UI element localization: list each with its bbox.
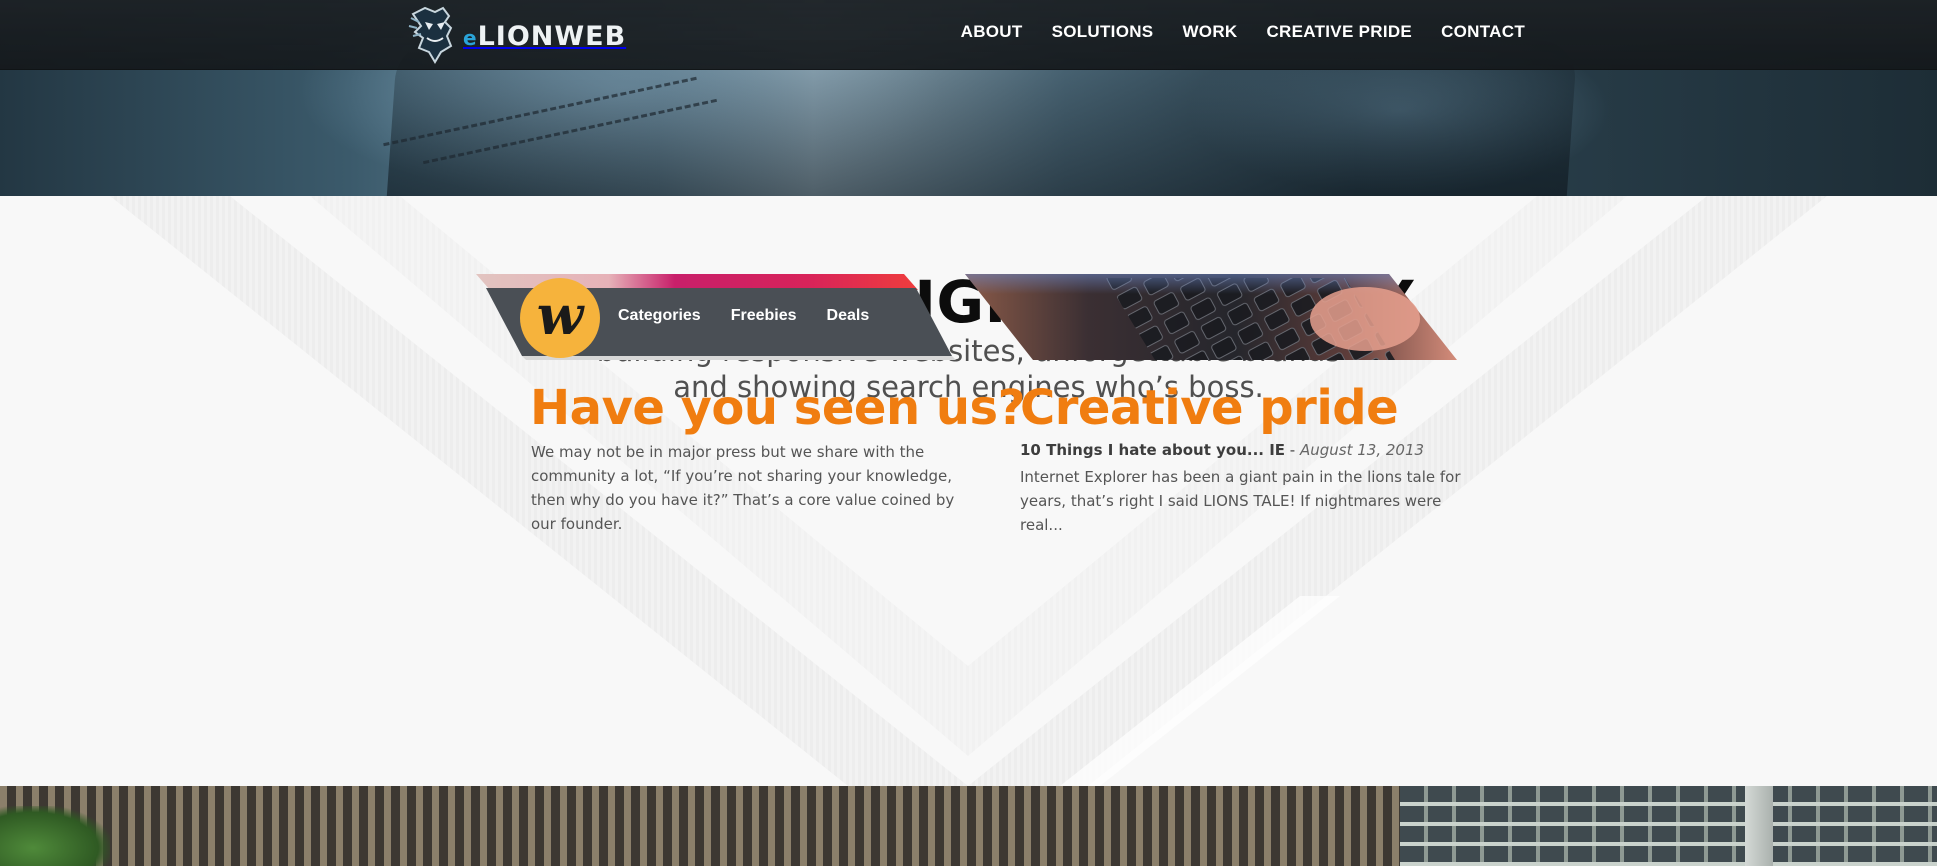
main-nav: ABOUT SOLUTIONS WORK CREATIVE PRIDE CONT… <box>961 22 1525 42</box>
nav-item-creative-pride[interactable]: CREATIVE PRIDE <box>1266 22 1412 42</box>
keyboard-image[interactable] <box>965 274 1457 360</box>
press-card-menu: Categories Freebies Deals <box>618 307 869 325</box>
nav-item-contact[interactable]: CONTACT <box>1441 22 1525 42</box>
site-logo[interactable]: eLIONWEB <box>405 4 626 64</box>
press-card-text: We may not be in major press but we shar… <box>531 443 955 533</box>
menu-item-deals[interactable]: Deals <box>827 307 870 325</box>
blog-post-title-link[interactable]: 10 Things I hate about you... IE <box>1020 441 1285 459</box>
w-logo-badge: w <box>520 278 600 358</box>
blog-post-date: August 13, 2013 <box>1299 441 1425 459</box>
blog-post-meta: 10 Things I hate about you... IE - Augus… <box>1020 441 1424 459</box>
blog-post-excerpt: Internet Explorer has been a giant pain … <box>1020 468 1461 534</box>
building-pillar <box>1745 786 1773 866</box>
bottom-building-image <box>0 786 1937 866</box>
lion-head-icon <box>408 6 453 64</box>
nav-item-solutions[interactable]: SOLUTIONS <box>1052 22 1154 42</box>
top-navigation-bar: eLIONWEB ABOUT SOLUTIONS WORK CREATIVE P… <box>0 0 1937 70</box>
office-building-windows <box>1400 786 1937 866</box>
tree-foliage <box>0 806 110 866</box>
post-meta-separator: - <box>1285 441 1300 459</box>
press-card-title[interactable]: Have you seen us? <box>530 380 1025 436</box>
creative-pride-title[interactable]: Creative pride <box>1020 380 1399 436</box>
logo-wordmark: eLIONWEB <box>463 20 627 52</box>
menu-item-categories[interactable]: Categories <box>618 307 701 325</box>
nav-item-work[interactable]: WORK <box>1182 22 1237 42</box>
nav-item-about[interactable]: ABOUT <box>961 22 1023 42</box>
menu-item-freebies[interactable]: Freebies <box>731 307 797 325</box>
building-facade-stripes <box>0 786 1420 866</box>
